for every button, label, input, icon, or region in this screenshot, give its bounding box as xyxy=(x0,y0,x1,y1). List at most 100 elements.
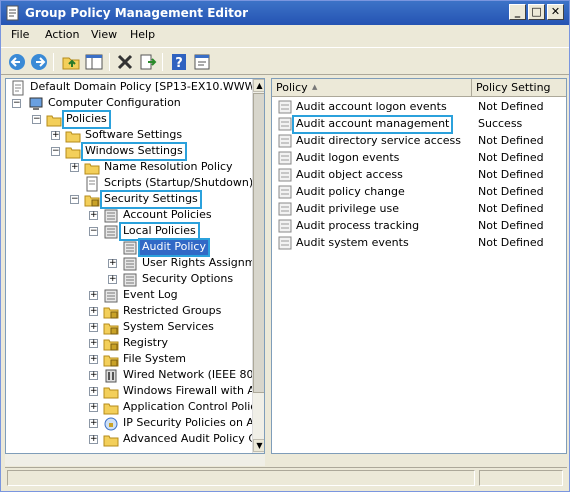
network-icon xyxy=(105,369,117,383)
tree-item-security-settings[interactable]: − Security Settings xyxy=(6,190,252,209)
collapse-toggle[interactable]: − xyxy=(70,195,79,204)
tree-item-name-resolution-policy[interactable]: + Name Resolution Policy xyxy=(6,160,252,176)
title-bar[interactable]: Group Policy Management Editor _ □ ✕ xyxy=(1,1,569,25)
tree-item-label: Restricted Groups xyxy=(123,304,222,317)
window-title: Group Policy Management Editor xyxy=(25,6,249,20)
help-icon[interactable]: ? xyxy=(169,52,189,72)
tree-horizontal-scrollbar[interactable] xyxy=(5,454,265,466)
policy-setting: Not Defined xyxy=(478,134,544,147)
svg-text:?: ? xyxy=(175,56,183,71)
tree-item-system-services[interactable]: + System Services xyxy=(6,320,252,336)
tree-item-audit-policy[interactable]: Audit Policy xyxy=(6,238,252,257)
scroll-down-icon[interactable]: ▼ xyxy=(253,439,264,452)
table-row[interactable]: Audit system events Not Defined xyxy=(272,235,566,252)
tree-item-software-settings[interactable]: + Software Settings xyxy=(6,128,252,144)
scroll-thumb[interactable] xyxy=(253,93,264,393)
policy-name: Audit object access xyxy=(296,168,403,181)
tree-vertical-scrollbar[interactable]: ▲ ▼ xyxy=(252,79,264,453)
scroll-up-icon[interactable]: ▲ xyxy=(253,79,264,92)
tree-item-ip-security-policies[interactable]: + IP Security Policies on Acti xyxy=(6,416,264,432)
collapse-toggle[interactable]: − xyxy=(51,147,60,156)
show-hide-tree-icon[interactable] xyxy=(84,52,104,72)
tree-item-default-domain-policy[interactable]: Default Domain Policy [SP13-EX10.WWW.VDC xyxy=(6,80,264,96)
collapse-toggle[interactable]: − xyxy=(89,227,98,236)
table-row[interactable]: Audit process tracking Not Defined xyxy=(272,218,566,235)
tree-item-user-rights-assignment[interactable]: + User Rights Assignmer xyxy=(6,256,264,272)
close-button[interactable]: ✕ xyxy=(547,4,564,20)
expand-toggle[interactable]: + xyxy=(89,211,98,220)
tree-item-restricted-groups[interactable]: + Restricted Groups xyxy=(6,304,252,320)
security-folder-icon xyxy=(84,195,100,207)
table-row[interactable]: Audit object access Not Defined xyxy=(272,167,566,184)
tree-item-label: Software Settings xyxy=(85,128,183,141)
menu-file[interactable]: File xyxy=(11,28,29,41)
menu-view[interactable]: View xyxy=(91,28,117,41)
tree-item-policies[interactable]: − Policies xyxy=(6,110,252,129)
table-row[interactable]: Audit logon events Not Defined xyxy=(272,150,566,167)
tree-item-file-system[interactable]: + File System xyxy=(6,352,252,368)
tree-item-computer-configuration[interactable]: − Computer Configuration xyxy=(6,96,252,112)
tree-item-label: Windows Firewall with Adv xyxy=(123,384,265,397)
security-folder-icon xyxy=(103,307,119,319)
expand-toggle[interactable]: + xyxy=(89,307,98,316)
policy-name: Audit policy change xyxy=(296,185,405,198)
expand-toggle[interactable]: + xyxy=(89,435,98,444)
properties-icon[interactable] xyxy=(192,52,212,72)
tree-item-windows-settings[interactable]: − Windows Settings xyxy=(6,142,252,161)
forward-icon[interactable] xyxy=(29,52,49,72)
sort-ascending-icon: ▲ xyxy=(312,83,318,91)
policy-item-icon xyxy=(278,151,292,165)
expand-toggle[interactable]: + xyxy=(108,259,117,268)
tree-item-label: Name Resolution Policy xyxy=(104,160,233,173)
expand-toggle[interactable]: + xyxy=(89,339,98,348)
expand-toggle[interactable]: + xyxy=(108,275,117,284)
expand-toggle[interactable]: + xyxy=(89,419,98,428)
back-icon[interactable] xyxy=(7,52,27,72)
tree-item-label: Advanced Audit Policy Cor xyxy=(123,432,265,445)
table-row[interactable]: Audit policy change Not Defined xyxy=(272,184,566,201)
column-header-policy[interactable]: Policy ▲ xyxy=(272,79,472,97)
tree-item-label: Computer Configuration xyxy=(48,96,181,109)
folder-icon xyxy=(103,403,119,415)
tree-item-label: Event Log xyxy=(123,288,178,301)
expand-toggle[interactable]: + xyxy=(89,323,98,332)
collapse-toggle[interactable]: − xyxy=(32,115,41,124)
tree-item-windows-firewall[interactable]: + Windows Firewall with Adv xyxy=(6,384,264,400)
minimize-button[interactable]: _ xyxy=(509,4,526,20)
column-header-policy-setting[interactable]: Policy Setting xyxy=(472,79,566,97)
menu-action[interactable]: Action xyxy=(45,28,79,41)
tree-item-advanced-audit-policy[interactable]: + Advanced Audit Policy Cor xyxy=(6,432,264,448)
policy-list-icon xyxy=(123,241,137,255)
collapse-toggle[interactable]: − xyxy=(12,99,21,108)
export-list-icon[interactable] xyxy=(138,52,158,72)
tree-item-application-control-policies[interactable]: + Application Control Policies xyxy=(6,400,264,416)
expand-toggle[interactable]: + xyxy=(89,371,98,380)
policy-setting: Not Defined xyxy=(478,202,544,215)
tree-item-event-log[interactable]: + Event Log xyxy=(6,288,252,304)
tree-item-account-policies[interactable]: + Account Policies xyxy=(6,208,252,224)
tree-item-wired-network[interactable]: + Wired Network (IEEE 802. xyxy=(6,368,264,384)
column-label: Policy Setting xyxy=(476,81,551,94)
delete-icon[interactable] xyxy=(115,52,135,72)
table-row[interactable]: Audit privilege use Not Defined xyxy=(272,201,566,218)
policy-item-icon xyxy=(278,100,292,114)
tree-item-registry[interactable]: + Registry xyxy=(6,336,252,352)
expand-toggle[interactable]: + xyxy=(51,131,60,140)
expand-toggle[interactable]: + xyxy=(89,403,98,412)
policy-list-icon xyxy=(104,209,118,223)
table-row[interactable]: Audit account management Success xyxy=(272,115,566,134)
maximize-button[interactable]: □ xyxy=(528,4,545,20)
policy-setting: Not Defined xyxy=(478,185,544,198)
tree-item-security-options[interactable]: + Security Options xyxy=(6,272,252,288)
expand-toggle[interactable]: + xyxy=(70,163,79,172)
table-row[interactable]: Audit directory service access Not Defin… xyxy=(272,133,566,150)
tree-item-local-policies[interactable]: − Local Policies xyxy=(6,222,252,241)
expand-toggle[interactable]: + xyxy=(89,291,98,300)
up-folder-icon[interactable] xyxy=(61,52,81,72)
table-row[interactable]: Audit account logon events Not Defined xyxy=(272,99,566,116)
expand-toggle[interactable]: + xyxy=(89,387,98,396)
expand-toggle[interactable]: + xyxy=(89,355,98,364)
menu-help[interactable]: Help xyxy=(130,28,155,41)
tree-item-scripts[interactable]: Scripts (Startup/Shutdown) xyxy=(6,176,253,192)
policy-item-icon xyxy=(278,117,292,131)
